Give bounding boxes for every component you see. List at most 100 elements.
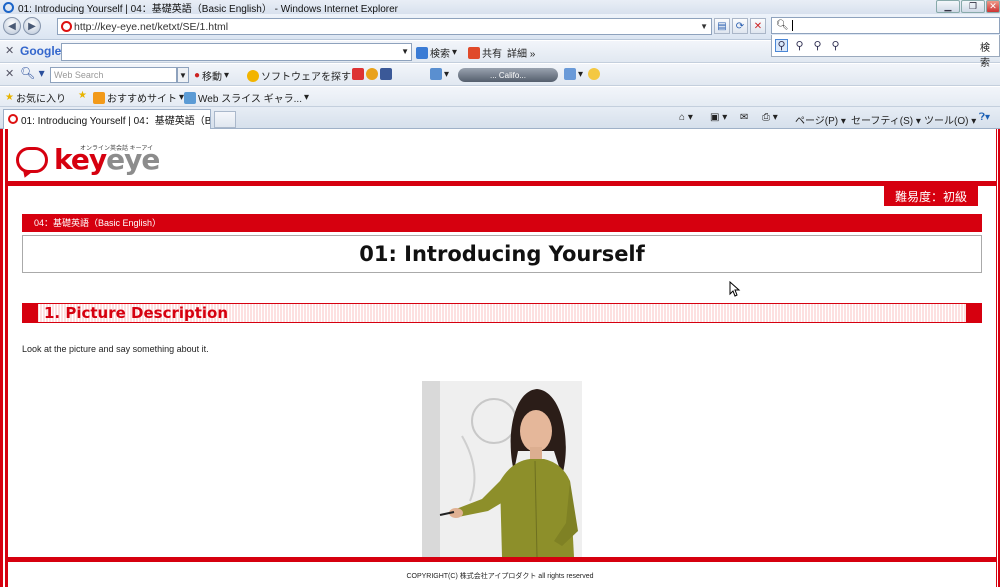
find-software-button[interactable]: ソフトウェアを探す ▾ (247, 68, 358, 83)
weather-icon[interactable] (588, 68, 600, 80)
page-menu[interactable]: ページ(P) ▾ (795, 112, 846, 127)
site-favicon (8, 114, 18, 124)
refresh-icon: ⟳ (735, 20, 745, 32)
search-provider-icon[interactable]: ⚲ (811, 39, 824, 52)
compat-icon: ▤ (717, 20, 727, 32)
address-bar[interactable]: http://key-eye.net/ketxt/SE/1.html ▼ (57, 18, 712, 35)
suggested-sites-icon (93, 91, 105, 104)
media-player[interactable]: ... Califo... (458, 68, 558, 82)
feeds-button[interactable]: ▣ ▾ (710, 112, 727, 123)
presenter-photo-icon (422, 381, 582, 557)
search-provider-icon[interactable]: ⚲ (793, 39, 806, 52)
web-slice-icon (184, 91, 196, 104)
lesson-photo (422, 381, 582, 557)
section-title: 1. Picture Description (44, 304, 229, 322)
search-icon (416, 46, 428, 59)
web-page: keyeye オンライン英会話 キーアイ 難易度：初級 04：基礎英語（Basi… (0, 129, 1000, 587)
media-menu-icon[interactable]: ▾ (430, 68, 449, 80)
chevron-down-icon[interactable]: ▼ (401, 47, 409, 56)
close-window-button[interactable]: ✕ (986, 0, 1000, 13)
section-header: 1. Picture Description (22, 303, 982, 323)
page-frame-right (996, 129, 1000, 587)
compatibility-view-button[interactable]: ▤ (714, 18, 730, 34)
media-track-label: ... Califo... (489, 70, 526, 80)
search-provider-icon[interactable]: ⚲ (829, 39, 842, 52)
home-button[interactable]: ⌂ ▾ (679, 112, 693, 123)
tab-bar: 01: Introducing Yourself | 04：基礎英語（Ba...… (0, 107, 1000, 129)
window-titlebar: 01: Introducing Yourself | 04：基礎英語（Basic… (0, 0, 1000, 14)
dice-icon[interactable] (352, 68, 364, 80)
forward-arrow-icon: ▶ (28, 20, 36, 32)
star-icon: ★ (5, 92, 14, 103)
window-title: 01: Introducing Yourself | 04：基礎英語（Basic… (18, 3, 398, 15)
share-icon (468, 46, 480, 59)
search-provider-dropdown: ⚲ ⚲ ⚲ ⚲ 検索 (771, 35, 1000, 69)
google-logo: Google (20, 44, 62, 58)
printer-icon: ⎙ (762, 112, 770, 123)
software-icon (247, 69, 259, 82)
tab-active[interactable]: 01: Introducing Yourself | 04：基礎英語（Ba... (3, 109, 211, 129)
add-favorite-icon[interactable]: ★ (78, 90, 87, 101)
magnifier-icon: 🔍︎ (776, 20, 789, 31)
window-controls: ▁ ❐ ✕ (935, 0, 1000, 13)
facebook-icon[interactable] (380, 68, 392, 80)
m-icon[interactable] (366, 68, 378, 80)
page-title: 01: Introducing Yourself (359, 242, 645, 266)
refresh-button[interactable]: ⟳ (732, 18, 748, 34)
mouse-cursor-icon (729, 281, 741, 297)
lesson-title-box: 01: Introducing Yourself (22, 235, 982, 273)
site-favicon (61, 21, 72, 32)
google-search-button[interactable]: 検索 ▾ (416, 45, 457, 60)
toolbar-app-icons[interactable] (352, 68, 392, 80)
header-divider (8, 181, 996, 186)
minimize-button[interactable]: ▁ (936, 0, 960, 13)
stop-icon: ✕ (753, 20, 763, 32)
search-go-button[interactable]: 検索 (980, 39, 999, 69)
share-button[interactable]: 共有 (468, 45, 502, 60)
suggested-sites-button[interactable]: おすすめサイト ▾ (93, 90, 184, 105)
favorites-button[interactable]: ★ お気に入り (5, 90, 66, 105)
site-header: keyeye オンライン英会話 キーアイ (8, 129, 996, 181)
tools-menu[interactable]: ツール(O) ▾ (924, 112, 976, 127)
difficulty-badge: 難易度：初級 (884, 186, 978, 206)
back-button[interactable]: ◀ (3, 17, 21, 35)
close-toolbar-icon[interactable]: ✕ (5, 67, 14, 80)
address-url: http://key-eye.net/ketxt/SE/1.html (74, 20, 229, 33)
ie-search-input[interactable]: 🔍︎ (771, 17, 1000, 34)
logo-tagline: オンライン英会話 キーアイ (80, 146, 154, 152)
breadcrumb: 04：基礎英語（Basic English） (22, 214, 982, 232)
help-button[interactable]: ❓︎▾ (979, 112, 990, 123)
speech-bubble-icon (16, 146, 48, 173)
favorites-bar: ★ お気に入り ★ おすすめサイト ▾ Web スライス ギャラ... ▾ (0, 87, 1000, 107)
details-button[interactable]: 詳細 » (507, 45, 535, 60)
stop-button[interactable]: ✕ (750, 18, 766, 34)
go-icon: ● (194, 70, 201, 81)
home-icon: ⌂ (679, 112, 686, 123)
web-search-toolbar: ✕ 🔍︎ ▾ Web Search ▼ ● 移動 ▾ ソフトウェアを探す ▾ ▾… (0, 64, 1000, 86)
screen-icon[interactable]: ▾ (564, 68, 583, 80)
google-search-input[interactable]: ▼ (61, 43, 412, 61)
close-toolbar-icon[interactable]: ✕ (5, 44, 14, 57)
search-input-value (791, 20, 793, 31)
footer-divider (8, 557, 996, 562)
address-dropdown-icon[interactable]: ▼ (700, 22, 708, 31)
rss-icon: ▣ (710, 112, 720, 123)
ie-logo-icon (3, 1, 14, 13)
help-icon: ❓︎ (979, 112, 986, 123)
web-search-logo-icon[interactable]: 🔍︎ ▾ (20, 66, 45, 80)
copyright-text: COPYRIGHT(C) 株式会社アイプロダクト all rights rese… (406, 573, 594, 580)
mail-button[interactable]: ✉ (740, 112, 748, 123)
instruction-text: Look at the picture and say something ab… (22, 344, 209, 354)
web-slice-gallery-button[interactable]: Web スライス ギャラ... ▾ (184, 90, 309, 105)
maximize-button[interactable]: ❐ (961, 0, 985, 13)
chevron-down-icon[interactable]: ▼ (177, 67, 189, 83)
go-button[interactable]: ● 移動 ▾ (194, 68, 229, 83)
forward-button[interactable]: ▶ (23, 17, 41, 35)
search-provider-icon[interactable]: ⚲ (775, 39, 788, 52)
safety-menu[interactable]: セーフティ(S) ▾ (851, 112, 921, 127)
mail-icon: ✉ (740, 112, 749, 123)
print-button[interactable]: ⎙ ▾ (762, 112, 778, 123)
web-search-input[interactable]: Web Search (50, 67, 177, 83)
tab-label: 01: Introducing Yourself | 04：基礎英語（Ba... (21, 116, 211, 127)
new-tab-button[interactable] (214, 111, 236, 128)
